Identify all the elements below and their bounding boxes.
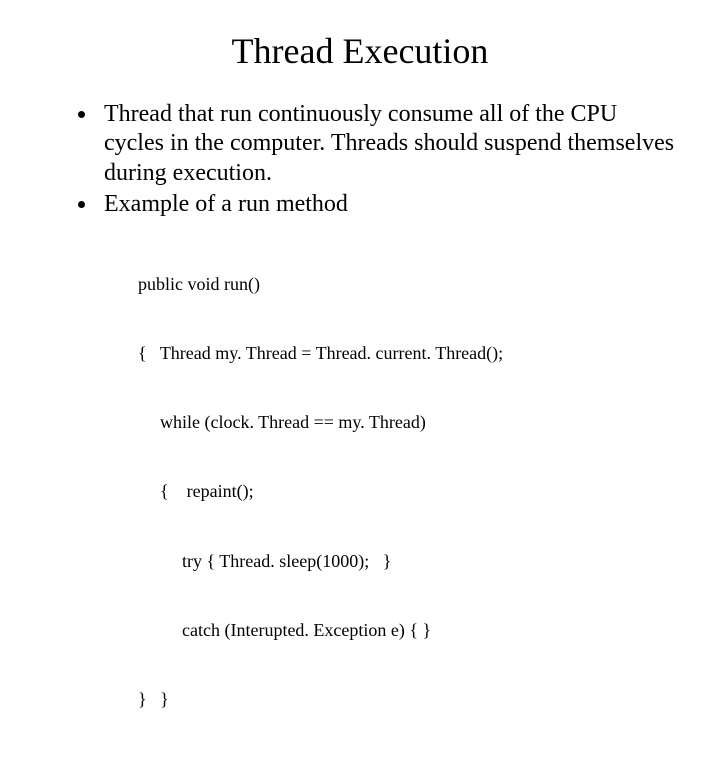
bullet-list: Thread that run continuously consume all… — [40, 100, 680, 219]
code-line: try { Thread. sleep(1000); } — [138, 550, 680, 573]
slide-title: Thread Execution — [40, 30, 680, 72]
bullet-item: Thread that run continuously consume all… — [98, 100, 680, 188]
code-line: { Thread my. Thread = Thread. current. T… — [138, 342, 680, 365]
bullet-item: Example of a run method — [98, 190, 680, 219]
code-line: public void run() — [138, 273, 680, 296]
code-line: { repaint(); — [138, 480, 680, 503]
code-line: while (clock. Thread == my. Thread) — [138, 411, 680, 434]
code-line: catch (Interupted. Exception e) { } — [138, 619, 680, 642]
slide: Thread Execution Thread that run continu… — [0, 0, 720, 540]
code-block: public void run() { Thread my. Thread = … — [40, 227, 680, 757]
code-line: } } — [138, 688, 680, 711]
